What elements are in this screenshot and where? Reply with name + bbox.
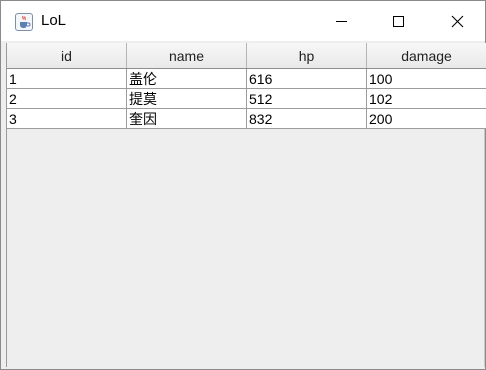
column-header-id[interactable]: id <box>7 43 127 68</box>
column-header-hp[interactable]: hp <box>247 43 367 68</box>
window-title: LoL <box>41 12 67 29</box>
close-icon <box>451 15 464 28</box>
column-header-damage[interactable]: damage <box>367 43 486 68</box>
cell-id[interactable]: 2 <box>7 89 127 109</box>
table-scroll-pane[interactable]: id name hp damage 1 盖伦 616 100 2 提莫 512 … <box>6 43 486 367</box>
cell-damage[interactable]: 102 <box>367 89 486 109</box>
app-window: LoL id name hp damage 1 盖伦 616 100 2 提莫 … <box>0 0 486 370</box>
cell-id[interactable]: 3 <box>7 109 127 129</box>
column-header-name[interactable]: name <box>127 43 247 68</box>
minimize-button[interactable] <box>312 1 370 41</box>
table-row[interactable]: 3 奎因 832 200 <box>7 109 486 129</box>
table-row[interactable]: 1 盖伦 616 100 <box>7 69 486 89</box>
table-body: 1 盖伦 616 100 2 提莫 512 102 3 奎因 832 200 <box>7 69 486 129</box>
cell-name[interactable]: 奎因 <box>127 109 247 129</box>
cell-hp[interactable]: 616 <box>247 69 367 89</box>
cell-damage[interactable]: 100 <box>367 69 486 89</box>
table-header: id name hp damage <box>7 43 486 69</box>
cell-name[interactable]: 盖伦 <box>127 69 247 89</box>
minimize-icon <box>336 21 347 22</box>
java-cup-icon[interactable] <box>15 13 33 31</box>
close-button[interactable] <box>428 1 486 41</box>
cell-name[interactable]: 提莫 <box>127 89 247 109</box>
cell-hp[interactable]: 832 <box>247 109 367 129</box>
maximize-button[interactable] <box>370 1 428 41</box>
cell-damage[interactable]: 200 <box>367 109 486 129</box>
table-row[interactable]: 2 提莫 512 102 <box>7 89 486 109</box>
title-bar[interactable]: LoL <box>1 1 485 41</box>
cell-id[interactable]: 1 <box>7 69 127 89</box>
maximize-icon <box>393 16 404 27</box>
cell-hp[interactable]: 512 <box>247 89 367 109</box>
